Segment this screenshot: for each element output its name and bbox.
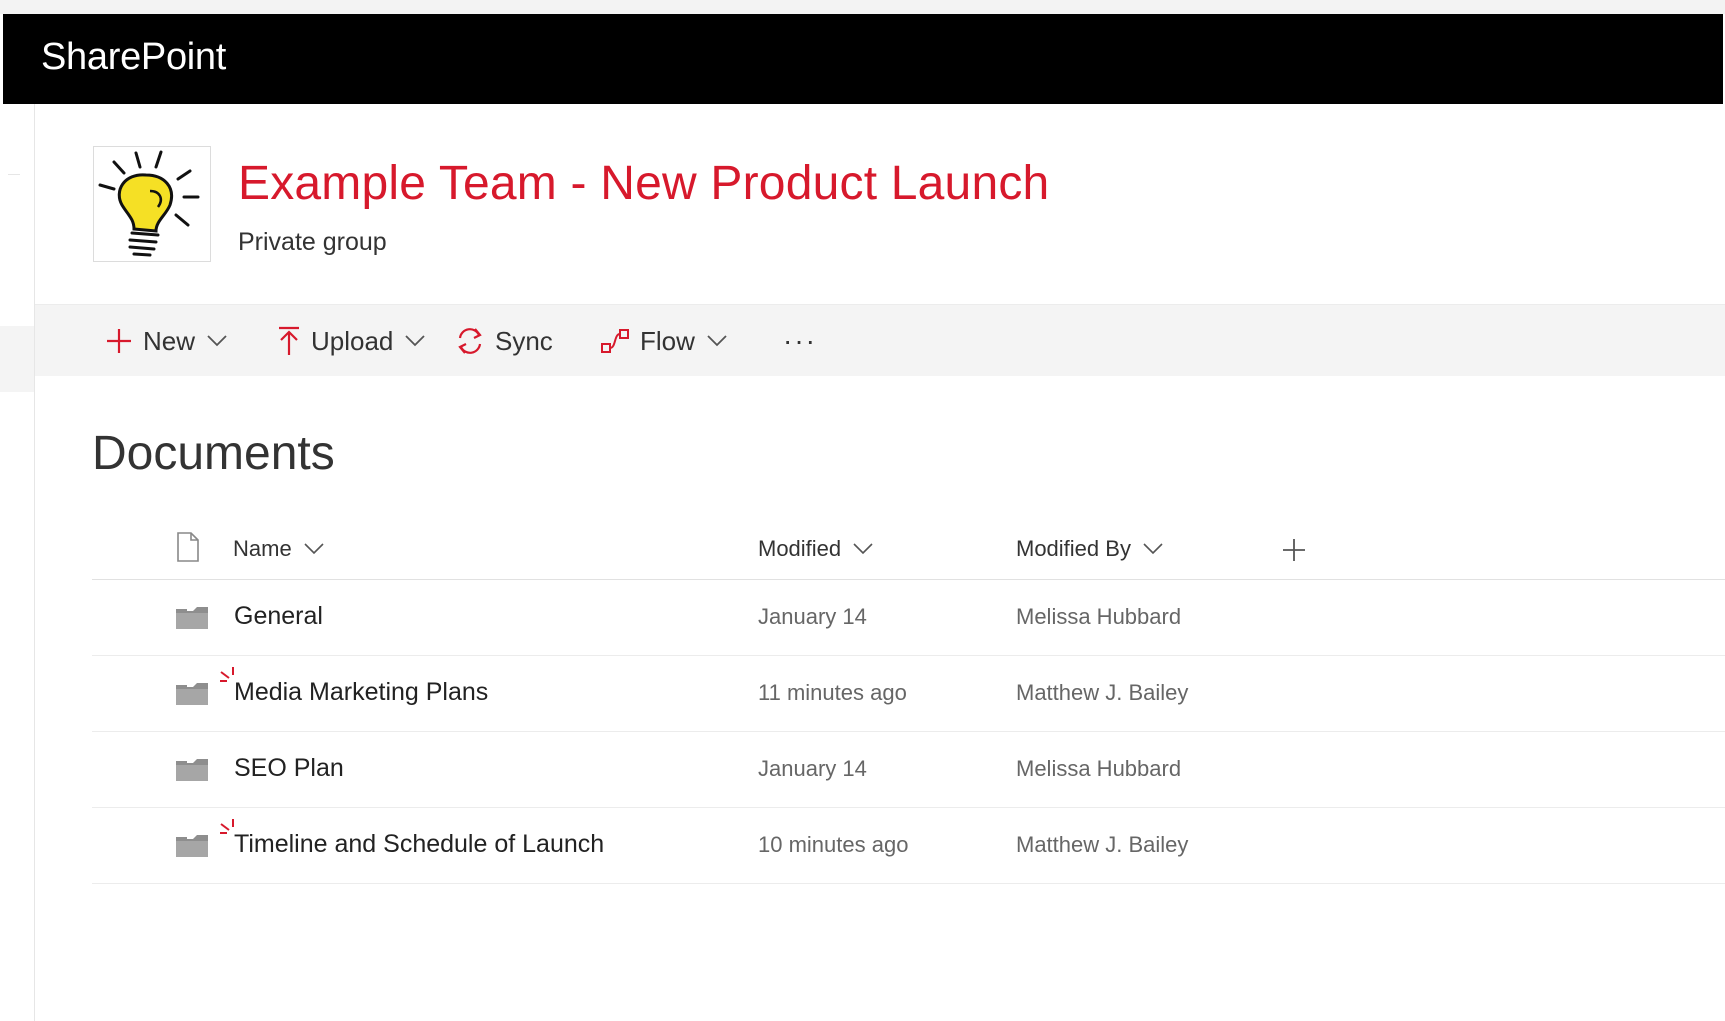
sync-icon (458, 328, 482, 354)
file-type-column-header[interactable] (176, 532, 200, 562)
chevron-down-icon (707, 335, 727, 347)
flow-icon (601, 329, 629, 353)
item-modified: January 14 (758, 756, 867, 781)
sync-label: Sync (495, 325, 553, 356)
site-header: Example Team - New Product Launch Privat… (35, 104, 1725, 304)
item-name[interactable]: Media Marketing Plans (234, 678, 488, 707)
plus-icon (107, 329, 131, 353)
item-modified: January 14 (758, 604, 867, 629)
left-rail-band (0, 326, 34, 392)
list-header: Name Modified Modified By (92, 520, 1725, 580)
item-modified: 10 minutes ago (758, 832, 909, 857)
flow-button[interactable]: Flow (600, 305, 727, 377)
item-modified-by[interactable]: Melissa Hubbard (1016, 604, 1181, 630)
list-item[interactable]: Timeline and Schedule of Launch 10 minut… (92, 808, 1725, 884)
top-strip (0, 0, 1725, 14)
folder-icon (176, 835, 208, 857)
item-modified-by[interactable]: Matthew J. Bailey (1016, 680, 1188, 706)
document-icon (177, 532, 199, 562)
left-rail-divider (8, 174, 20, 175)
left-rail (0, 104, 35, 1021)
new-label: New (143, 325, 196, 356)
more-actions-button[interactable]: ··· (783, 305, 817, 377)
command-bar: New Upload Sync Flow ··· (35, 304, 1725, 376)
chevron-down-icon (405, 335, 426, 347)
chevron-down-icon (304, 543, 324, 555)
modified-column-label: Modified (758, 536, 842, 561)
more-icon: ··· (783, 325, 817, 356)
modified-by-column-header[interactable]: Modified By (1016, 536, 1163, 562)
flow-label: Flow (640, 325, 695, 356)
item-modified-by[interactable]: Matthew J. Bailey (1016, 832, 1188, 858)
chevron-down-icon (207, 335, 227, 347)
chevron-down-icon (1143, 543, 1163, 555)
modified-by-column-label: Modified By (1016, 536, 1131, 561)
upload-button[interactable]: Upload (277, 305, 426, 377)
list-item[interactable]: Media Marketing Plans 11 minutes ago Mat… (92, 656, 1725, 732)
folder-icon (176, 759, 208, 781)
site-title[interactable]: Example Team - New Product Launch (238, 156, 1049, 211)
item-modified-by[interactable]: Melissa Hubbard (1016, 756, 1181, 782)
modified-column-header[interactable]: Modified (758, 536, 873, 562)
plus-icon (1283, 539, 1305, 561)
suite-bar: SharePoint (3, 14, 1723, 104)
list-item[interactable]: General January 14 Melissa Hubbard (92, 580, 1725, 656)
item-name[interactable]: General (234, 602, 323, 631)
name-column-label: Name (233, 536, 292, 561)
chevron-down-icon (853, 543, 873, 555)
add-column-button[interactable] (1282, 538, 1306, 562)
sync-button[interactable]: Sync (455, 305, 553, 377)
library-title: Documents (92, 427, 335, 480)
upload-icon (279, 326, 299, 355)
name-column-header[interactable]: Name (233, 536, 324, 562)
new-button[interactable]: New (105, 305, 227, 377)
lightbulb-icon (98, 150, 200, 257)
app-brand[interactable]: SharePoint (41, 36, 226, 79)
item-name[interactable]: Timeline and Schedule of Launch (234, 830, 604, 859)
folder-icon (176, 683, 208, 705)
list-item[interactable]: SEO Plan January 14 Melissa Hubbard (92, 732, 1725, 808)
folder-icon (176, 607, 208, 629)
site-logo[interactable] (93, 146, 211, 262)
upload-label: Upload (311, 325, 394, 356)
site-subtitle: Private group (238, 228, 387, 256)
item-name[interactable]: SEO Plan (234, 754, 344, 783)
item-modified: 11 minutes ago (758, 680, 907, 705)
